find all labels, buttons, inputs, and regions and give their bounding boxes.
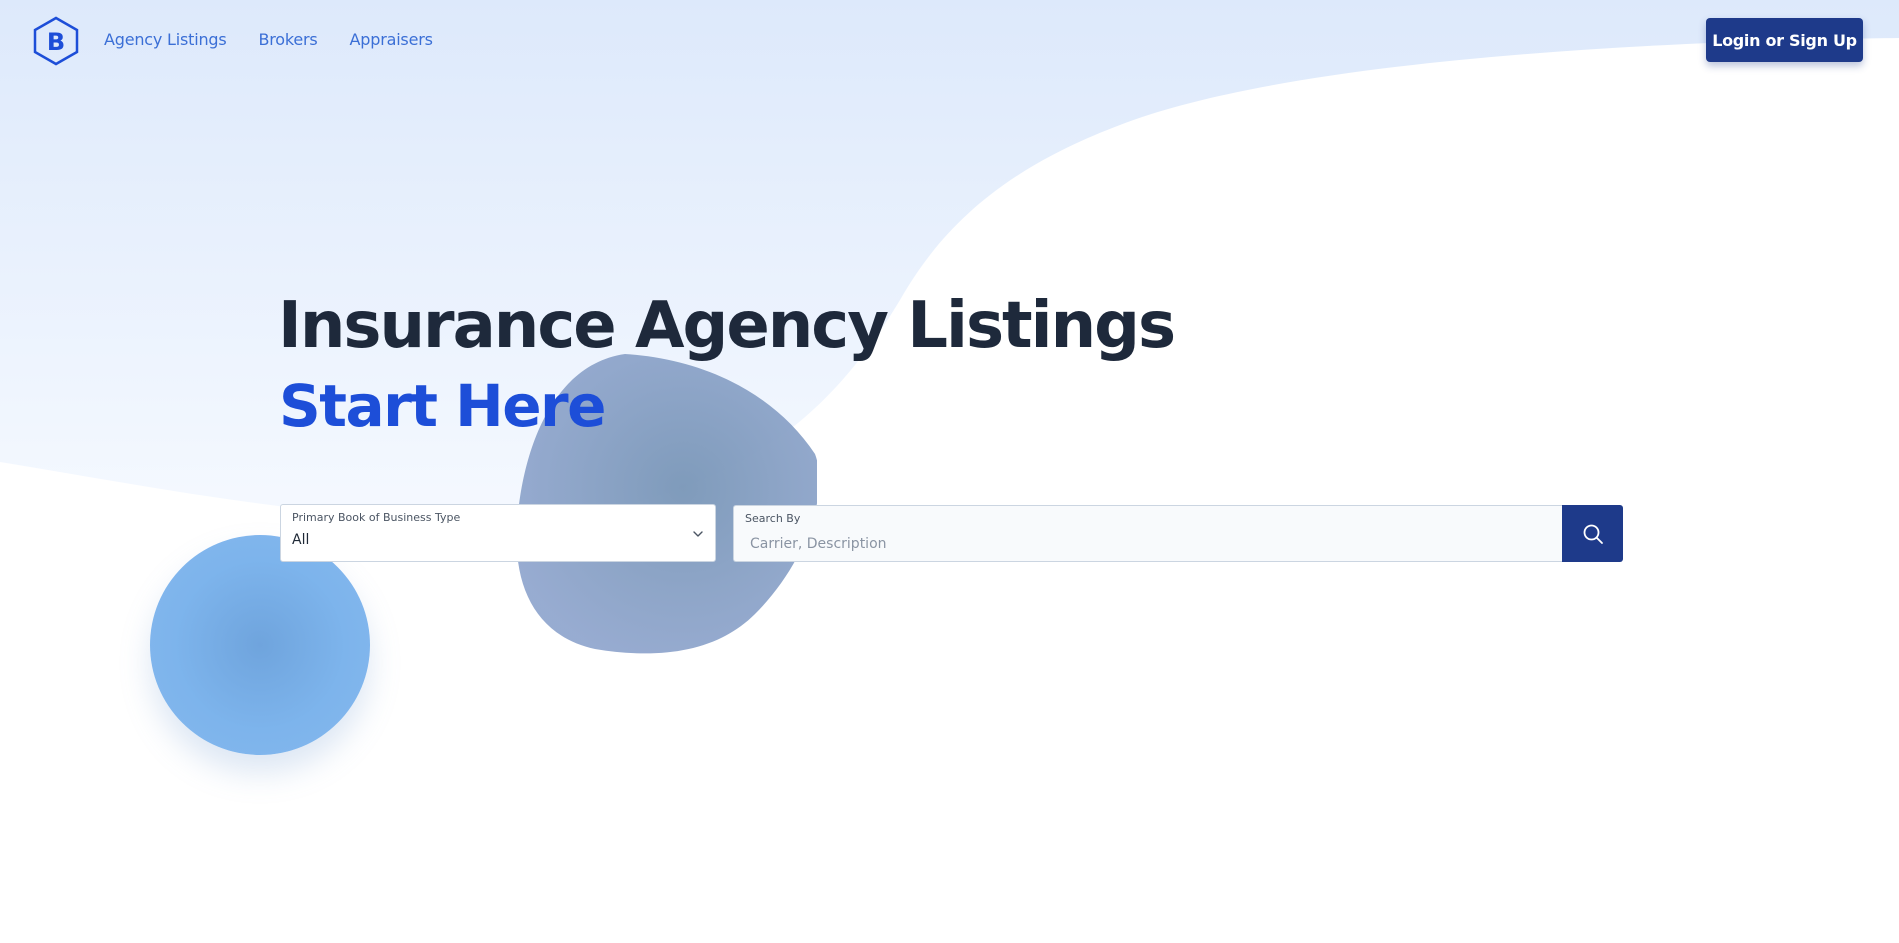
search-label: Search By — [745, 512, 801, 525]
nav-appraisers[interactable]: Appraisers — [350, 30, 433, 49]
book-type-value: All — [292, 532, 310, 548]
search-input[interactable] — [750, 533, 1540, 555]
nav-brokers[interactable]: Brokers — [259, 30, 318, 49]
search-field: Search By — [733, 505, 1563, 562]
search-button[interactable] — [1562, 505, 1623, 562]
chevron-down-icon — [693, 531, 703, 537]
nav-agency-listings[interactable]: Agency Listings — [104, 30, 227, 49]
login-signup-button[interactable]: Login or Sign Up — [1706, 18, 1863, 62]
site-header: B Agency Listings Brokers Appraisers Log… — [0, 0, 1899, 82]
background-wave — [0, 0, 1899, 520]
book-type-select[interactable]: Primary Book of Business Type All — [280, 504, 716, 562]
logo-icon[interactable]: B — [31, 16, 81, 66]
logo-letter: B — [47, 28, 65, 56]
page-title: Insurance Agency Listings — [278, 289, 1176, 363]
main-nav: Agency Listings Brokers Appraisers — [104, 30, 433, 49]
decorative-circle-blob — [150, 535, 370, 755]
search-icon — [1583, 524, 1603, 544]
page-subtitle: Start Here — [279, 372, 606, 440]
book-type-label: Primary Book of Business Type — [292, 511, 461, 524]
